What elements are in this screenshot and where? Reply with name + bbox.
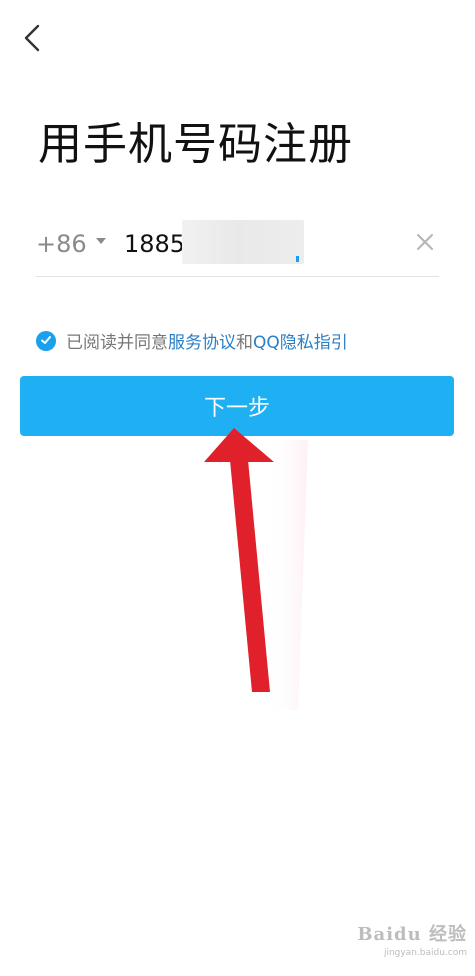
agreement-row: 已阅读并同意 服务协议 和 QQ隐私指引: [36, 328, 348, 353]
page-title: 用手机号码注册: [38, 119, 353, 170]
checkmark-icon: [40, 331, 52, 351]
red-arrow-annotation: [190, 420, 310, 714]
watermark-url: jingyan.baidu.com: [383, 948, 467, 958]
service-agreement-link[interactable]: 服务协议: [168, 328, 236, 353]
chevron-left-icon: [22, 23, 42, 57]
country-code-selector[interactable]: +86: [36, 230, 87, 258]
agreement-text: 已阅读并同意: [66, 333, 168, 353]
close-icon: [416, 233, 434, 255]
redacted-number-overlay: [182, 220, 304, 264]
clear-button[interactable]: [411, 230, 439, 258]
caret-down-icon[interactable]: [96, 238, 106, 244]
back-button[interactable]: [14, 22, 50, 58]
privacy-guide-link[interactable]: QQ隐私指引: [253, 328, 348, 353]
agreement-connector: 和: [236, 333, 253, 353]
baidu-watermark: Baidu 经验 jingyan.baidu.com: [357, 920, 467, 958]
phone-field: +86: [36, 220, 439, 277]
agreement-checkbox[interactable]: [36, 330, 56, 351]
text-cursor: [296, 256, 299, 262]
watermark-logo: Baidu 经验: [357, 924, 467, 945]
